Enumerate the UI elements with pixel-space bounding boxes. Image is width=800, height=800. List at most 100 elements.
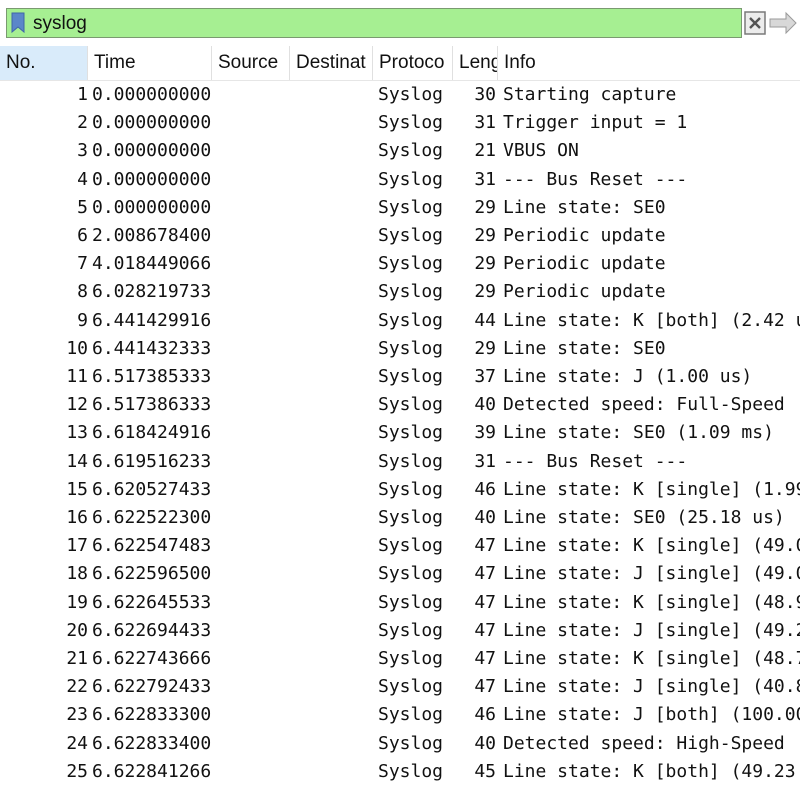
packet-source	[214, 335, 290, 363]
table-row[interactable]: 7 4.018449066 Syslog 29 Periodic update	[0, 250, 800, 278]
table-row[interactable]: 25 6.622841266 Syslog 45 Line state: K [both…	[0, 758, 800, 786]
table-row[interactable]: 15 6.620527433 Syslog 46 Line state: K [sing…	[0, 476, 800, 504]
packet-destination	[292, 448, 372, 476]
packet-protocol: Syslog	[378, 394, 444, 416]
packet-protocol: Syslog	[378, 168, 444, 190]
table-row[interactable]: 5 0.000000000 Syslog 29 Line state: SE0	[0, 194, 800, 222]
packet-protocol: Syslog	[378, 760, 444, 782]
packet-source	[214, 617, 290, 645]
packet-number: 4	[77, 168, 88, 190]
table-row[interactable]: 19 6.622645533 Syslog 47 Line state: K [sing…	[0, 589, 800, 617]
packet-length: 30	[474, 84, 496, 105]
packet-info: Periodic update	[503, 225, 666, 246]
table-row[interactable]: 20 6.622694433 Syslog 47 Line state: J [sing…	[0, 617, 800, 645]
table-row[interactable]: 3 0.000000000 Syslog 21 VBUS ON	[0, 137, 800, 165]
column-header-no[interactable]: No.	[0, 46, 88, 80]
table-row[interactable]: 4 0.000000000 Syslog 31 --- Bus Reset ---	[0, 166, 800, 194]
table-row[interactable]: 21 6.622743666 Syslog 47 Line state: K [sing…	[0, 645, 800, 673]
packet-number: 8	[77, 281, 88, 303]
packet-length: 47	[474, 563, 496, 585]
table-row[interactable]: 22 6.622792433 Syslog 47 Line state: J [sing…	[0, 673, 800, 701]
packet-time: 6.622694433	[92, 619, 212, 641]
table-row[interactable]: 23 6.622833300 Syslog 46 Line state: J [both…	[0, 701, 800, 729]
packet-destination	[292, 419, 372, 447]
packet-protocol: Syslog	[378, 563, 444, 585]
table-row[interactable]: 6 2.008678400 Syslog 29 Periodic update	[0, 222, 800, 250]
packet-protocol: Syslog	[378, 450, 444, 472]
table-row[interactable]: 16 6.622522300 Syslog 40 Line state: SE0 (25…	[0, 504, 800, 532]
column-header-destination[interactable]: Destinat	[290, 46, 373, 80]
apply-filter-arrow-icon[interactable]	[768, 10, 798, 36]
packet-length: 21	[474, 140, 496, 162]
table-row[interactable]: 2 0.000000000 Syslog 31 Trigger input = 1	[0, 109, 800, 137]
packet-time: 6.618424916	[92, 422, 212, 444]
packet-source	[214, 166, 290, 194]
filter-text[interactable]: syslog	[33, 13, 87, 35]
packet-time: 6.622743666	[92, 648, 212, 669]
packet-length: 40	[474, 732, 496, 754]
packet-protocol: Syslog	[378, 535, 444, 557]
packet-destination	[292, 166, 372, 194]
table-row[interactable]: 1 0.000000000 Syslog 30 Starting capture	[0, 81, 800, 109]
packet-time: 6.622596500	[92, 563, 212, 585]
table-row[interactable]: 17 6.622547483 Syslog 47 Line state: K [sing…	[0, 532, 800, 560]
packet-length: 40	[474, 394, 496, 416]
packet-destination	[292, 81, 372, 109]
table-row[interactable]: 24 6.622833400 Syslog 40 Detected speed: Hig…	[0, 730, 800, 758]
packet-destination	[292, 758, 372, 786]
packet-length: 31	[474, 168, 496, 190]
packet-destination	[292, 335, 372, 363]
column-header-protocol[interactable]: Protoco	[373, 46, 453, 80]
packet-protocol: Syslog	[378, 225, 444, 246]
packet-list: 1 0.000000000 Syslog 30 Starting capture 2 0.0…	[0, 81, 800, 800]
packet-protocol: Syslog	[378, 422, 444, 444]
packet-list-header: No. Time Source Destinat Protoco Leng In…	[0, 46, 800, 81]
packet-number: 23	[66, 704, 88, 726]
packet-time: 6.619516233	[92, 450, 212, 472]
packet-number: 12	[66, 394, 88, 416]
packet-protocol: Syslog	[378, 337, 444, 359]
column-header-time[interactable]: Time	[88, 46, 212, 80]
packet-source	[214, 307, 290, 335]
packet-source	[214, 222, 290, 250]
packet-number: 15	[66, 478, 88, 500]
packet-time: 0.000000000	[92, 112, 212, 134]
clear-filter-icon[interactable]	[744, 10, 766, 36]
packet-info: Detected speed: Full-Speed	[503, 394, 785, 416]
packet-number: 6	[77, 225, 88, 246]
packet-number: 20	[66, 619, 88, 641]
table-row[interactable]: 11 6.517385333 Syslog 37 Line state: J (1.00…	[0, 363, 800, 391]
packet-destination	[292, 222, 372, 250]
column-header-info[interactable]: Info	[498, 46, 800, 80]
packet-source	[214, 278, 290, 306]
packet-protocol: Syslog	[378, 253, 444, 275]
packet-destination	[292, 730, 372, 758]
bookmark-icon[interactable]	[11, 12, 25, 34]
table-row[interactable]: 8 6.028219733 Syslog 29 Periodic update	[0, 278, 800, 306]
table-row[interactable]: 14 6.619516233 Syslog 31 --- Bus Reset ---	[0, 448, 800, 476]
packet-length: 47	[474, 676, 496, 698]
table-row[interactable]: 9 6.441429916 Syslog 44 Line state: K [both]…	[0, 307, 800, 335]
packet-time: 2.008678400	[92, 225, 212, 246]
packet-number: 14	[66, 450, 88, 472]
table-row[interactable]: 18 6.622596500 Syslog 47 Line state: J [sing…	[0, 560, 800, 588]
packet-length: 47	[474, 535, 496, 557]
packet-info: Line state: J (1.00 us)	[503, 366, 753, 387]
packet-destination	[292, 560, 372, 588]
packet-source	[214, 250, 290, 278]
display-filter-input[interactable]: syslog	[6, 8, 742, 38]
packet-number: 17	[66, 535, 88, 557]
table-row[interactable]: 12 6.517386333 Syslog 40 Detected speed: Ful…	[0, 391, 800, 419]
packet-destination	[292, 307, 372, 335]
packet-protocol: Syslog	[378, 112, 444, 134]
packet-time: 6.028219733	[92, 281, 212, 303]
table-row[interactable]: 10 6.441432333 Syslog 29 Line state: SE0	[0, 335, 800, 363]
packet-protocol: Syslog	[378, 676, 444, 698]
column-header-source[interactable]: Source	[212, 46, 290, 80]
table-row[interactable]: 13 6.618424916 Syslog 39 Line state: SE0 (1.…	[0, 419, 800, 447]
packet-time: 0.000000000	[92, 140, 212, 162]
column-header-length[interactable]: Leng	[453, 46, 498, 80]
packet-protocol: Syslog	[378, 704, 444, 726]
packet-number: 18	[66, 563, 88, 585]
packet-length: 47	[474, 619, 496, 641]
